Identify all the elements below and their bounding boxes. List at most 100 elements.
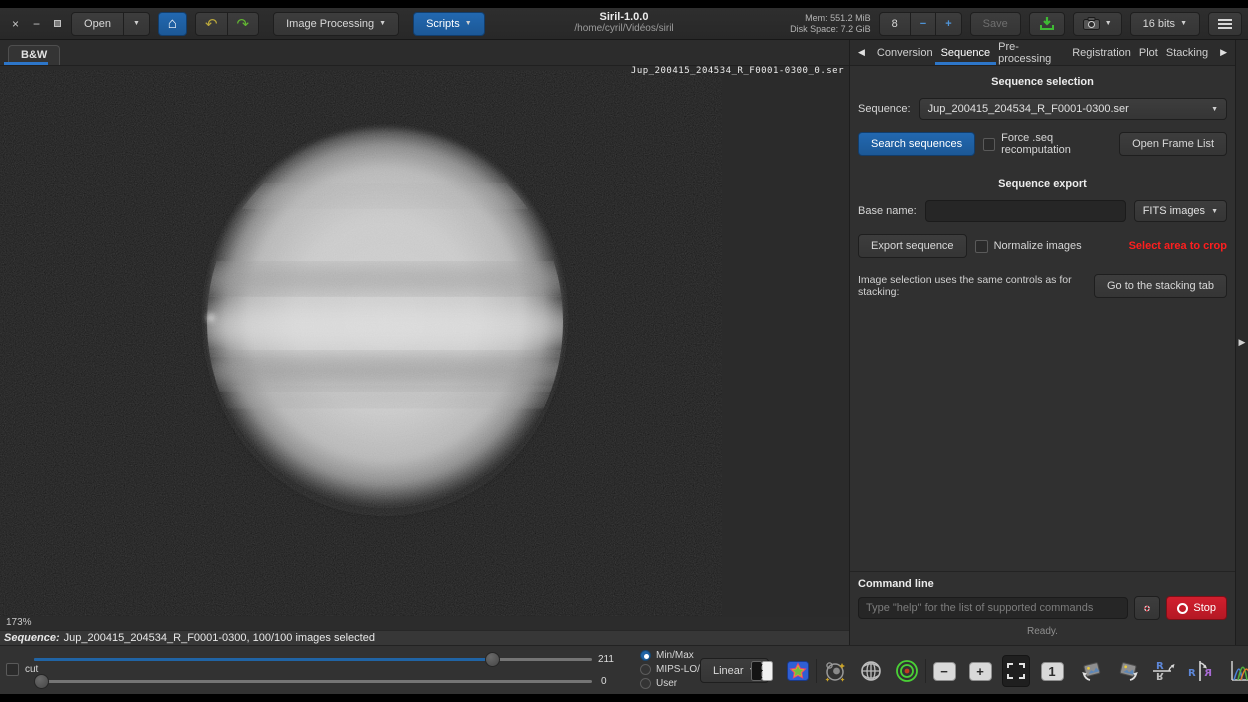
panel-collapse-handle[interactable]: ▶ xyxy=(1235,40,1248,645)
threads-decrement-button[interactable]: − xyxy=(911,12,936,36)
mem-value: Mem: 551.2 MiB xyxy=(790,13,871,24)
bit-depth-dropdown[interactable]: 16 bits ▼ xyxy=(1130,12,1200,36)
threads-increment-button[interactable]: + xyxy=(936,12,961,36)
rotate-right-button[interactable] xyxy=(1114,655,1142,687)
negative-view-icon xyxy=(751,661,773,681)
control-panel: ◀ Conversion Sequence Pre-processing Reg… xyxy=(850,40,1235,645)
color-star-icon xyxy=(787,661,809,681)
command-line-section: Command line Stop Ready xyxy=(850,571,1235,645)
scripts-menu[interactable]: Scripts ▼ xyxy=(413,12,485,36)
tab-registration[interactable]: Registration xyxy=(1068,40,1135,65)
tab-pre-processing[interactable]: Pre-processing xyxy=(994,40,1068,65)
memory-info: Mem: 551.2 MiB Disk Space: 7.2 GiB xyxy=(790,13,871,35)
image-display[interactable] xyxy=(0,70,722,616)
high-level-slider[interactable] xyxy=(34,652,592,667)
display-scale-value: Linear xyxy=(713,665,744,677)
open-frame-list-button[interactable]: Open Frame List xyxy=(1119,132,1227,156)
image-processing-label: Image Processing xyxy=(286,18,374,30)
force-seq-label: Force .seq recomputation xyxy=(1001,132,1119,156)
maximize-icon[interactable] xyxy=(54,20,61,27)
open-recent-button[interactable]: ▼ xyxy=(124,12,150,36)
close-icon[interactable]: × xyxy=(12,18,19,30)
undo-button[interactable]: ↶ xyxy=(195,12,228,36)
tab-plot[interactable]: Plot xyxy=(1135,40,1162,65)
minus-icon: − xyxy=(920,18,926,30)
image-viewer-pane: B&W xyxy=(0,40,850,645)
flip-vertical-button[interactable]: R R xyxy=(1150,655,1178,687)
home-icon: ⌂ xyxy=(168,15,177,32)
image-canvas[interactable]: Jup_200415_204534_R_F0001-0300_0.ser xyxy=(0,66,849,617)
rotate-left-icon xyxy=(1080,660,1104,682)
chevron-down-icon: ▼ xyxy=(465,20,472,27)
viewer-icon-strip: − + 1 xyxy=(748,654,1248,688)
negative-view-button[interactable] xyxy=(748,655,776,687)
low-level-slider[interactable] xyxy=(34,674,592,689)
levels-sliders xyxy=(34,646,592,695)
zoom-in-icon: + xyxy=(969,662,992,681)
main-menu-button[interactable] xyxy=(1208,12,1242,36)
stacking-note: Image selection uses the same controls a… xyxy=(858,274,1086,298)
command-status: Ready. xyxy=(858,620,1227,645)
radio-user-label: User xyxy=(656,678,677,689)
tabs-scroll-left-icon[interactable]: ◀ xyxy=(854,47,869,58)
false-color-button[interactable] xyxy=(784,655,812,687)
sequence-export-title: Sequence export xyxy=(858,178,1227,190)
goto-stacking-tab-button[interactable]: Go to the stacking tab xyxy=(1094,274,1227,298)
base-name-input[interactable] xyxy=(925,200,1126,222)
high-level-slider-handle[interactable] xyxy=(485,652,500,667)
export-format-dropdown[interactable]: FITS images ▼ xyxy=(1134,200,1227,222)
open-button[interactable]: Open xyxy=(71,12,124,36)
scripts-label: Scripts xyxy=(426,18,460,30)
svg-text:R: R xyxy=(1188,668,1196,679)
stop-button[interactable]: Stop xyxy=(1166,596,1227,620)
flip-horizontal-button[interactable]: R R xyxy=(1186,655,1214,687)
image-processing-menu[interactable]: Image Processing ▼ xyxy=(273,12,399,36)
threads-value[interactable]: 8 xyxy=(879,12,911,36)
save-as-button[interactable] xyxy=(1029,12,1065,36)
jupiter-image xyxy=(0,70,722,616)
normalize-images-checkbox[interactable]: Normalize images xyxy=(975,240,1082,253)
search-sequences-button[interactable]: Search sequences xyxy=(858,132,975,156)
select-area-to-crop-hint: Select area to crop xyxy=(1129,240,1227,252)
zoom-out-button[interactable]: − xyxy=(930,655,958,687)
zoom-one-to-one-button[interactable]: 1 xyxy=(1038,655,1066,687)
chevron-down-icon: ▼ xyxy=(1211,208,1218,215)
bit-depth-value: 16 bits xyxy=(1143,18,1175,30)
save-button[interactable]: Save xyxy=(970,12,1021,36)
chevron-down-icon: ▼ xyxy=(133,20,140,27)
export-sequence-button[interactable]: Export sequence xyxy=(858,234,967,258)
lifesaver-icon xyxy=(1144,601,1150,616)
tab-stacking[interactable]: Stacking xyxy=(1162,40,1212,65)
rotate-left-button[interactable] xyxy=(1078,655,1106,687)
viewer-tabstrip: B&W xyxy=(0,40,849,66)
snapshot-button[interactable]: ▼ xyxy=(1073,12,1122,36)
redo-button[interactable]: ↷ xyxy=(228,12,260,36)
tab-sequence[interactable]: Sequence xyxy=(937,40,995,65)
grid-button[interactable] xyxy=(857,655,885,687)
undo-icon: ↶ xyxy=(205,15,218,33)
plus-icon: + xyxy=(945,18,951,30)
tab-conversion[interactable]: Conversion xyxy=(873,40,937,65)
sequence-tab-content: Sequence selection Sequence: Jup_200415_… xyxy=(850,66,1235,571)
histogram-icon xyxy=(1229,659,1248,683)
photometry-button[interactable] xyxy=(821,655,849,687)
zoom-in-button[interactable]: + xyxy=(966,655,994,687)
panel-tabbar: ◀ Conversion Sequence Pre-processing Reg… xyxy=(850,40,1235,66)
minimize-icon[interactable]: − xyxy=(33,18,40,30)
base-name-label: Base name: xyxy=(858,205,917,217)
command-help-button[interactable] xyxy=(1134,596,1160,620)
image-filename-label: Jup_200415_204534_R_F0001-0300_0.ser xyxy=(631,66,844,76)
panel-collapse-icon: ▶ xyxy=(1239,337,1246,348)
sequence-dropdown[interactable]: Jup_200415_204534_R_F0001-0300.ser ▼ xyxy=(919,98,1227,120)
command-input[interactable] xyxy=(858,597,1128,619)
home-button[interactable]: ⌂ xyxy=(158,12,187,36)
low-level-slider-handle[interactable] xyxy=(34,674,49,689)
chevron-down-icon: ▼ xyxy=(1180,20,1187,27)
psf-target-button[interactable] xyxy=(893,655,921,687)
fit-to-window-button[interactable] xyxy=(1002,655,1030,687)
display-toolbar: cut 211 0 Min/Max MIPS-LO/HI xyxy=(0,645,1248,694)
histogram-button[interactable] xyxy=(1226,655,1248,687)
force-seq-recomputation-checkbox[interactable]: Force .seq recomputation xyxy=(983,132,1119,156)
tabs-scroll-right-icon[interactable]: ▶ xyxy=(1216,47,1231,58)
checkbox-icon xyxy=(6,663,19,676)
